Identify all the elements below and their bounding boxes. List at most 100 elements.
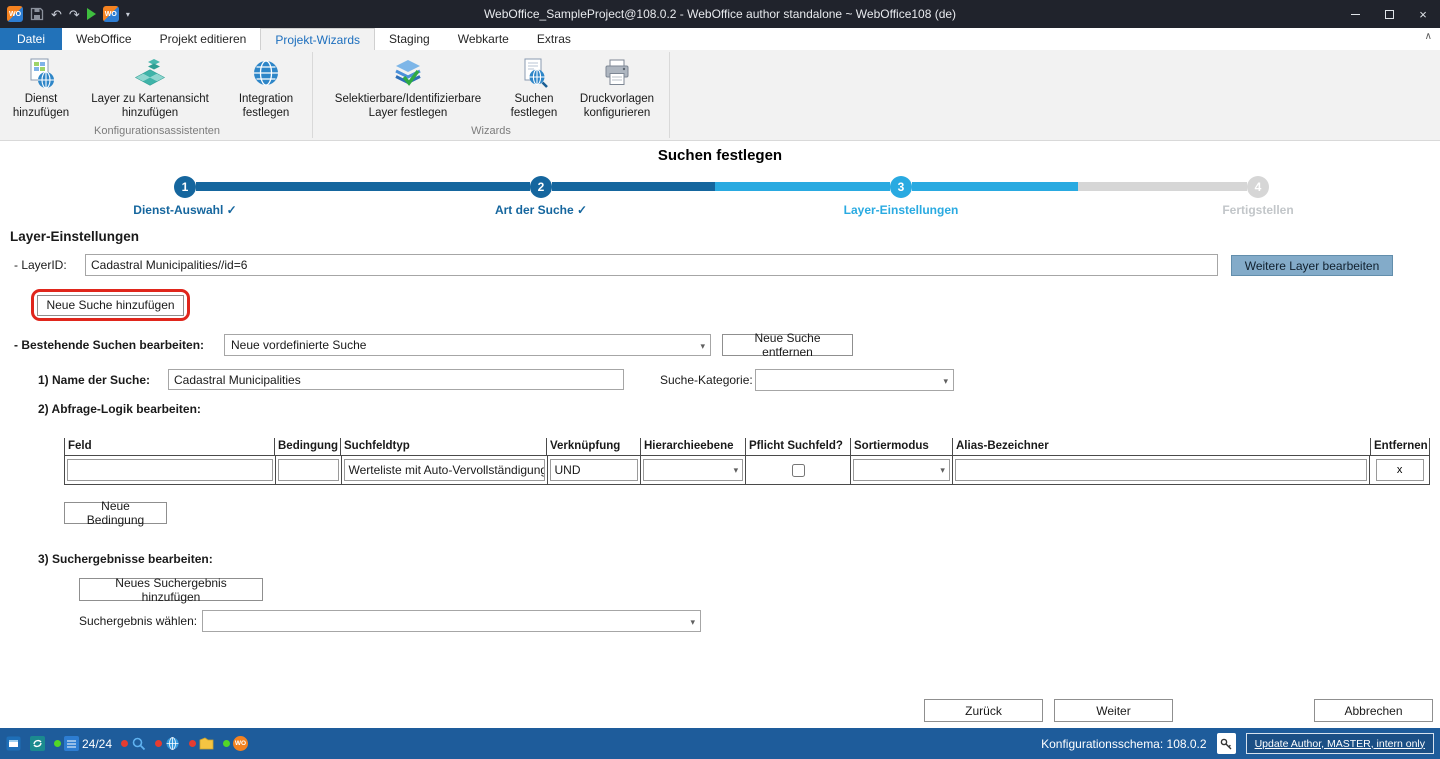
chevron-down-icon: ▾ [690, 617, 695, 628]
tab-staging[interactable]: Staging [375, 28, 444, 50]
integration-icon [250, 56, 282, 90]
minimize-button[interactable] [1338, 0, 1372, 28]
select-result-label: Suchergebnis wählen: [79, 614, 197, 628]
add-search-button[interactable]: Neue Suche hinzufügen [37, 295, 184, 316]
update-author-button[interactable]: Update Author, MASTER, intern only [1246, 733, 1434, 754]
statusbar: 24/24 WO Konfigurationsschema: 108.0.2 [0, 728, 1440, 759]
existing-searches-label: - Bestehende Suchen bearbeiten: [14, 338, 204, 352]
hierarchieebene-select[interactable]: ▾ [643, 459, 743, 481]
bedingung-input[interactable] [278, 459, 339, 481]
save-icon[interactable] [30, 7, 44, 21]
search-status-icon [131, 736, 146, 751]
sync-icon[interactable] [30, 736, 45, 751]
button-selektierbare-layer[interactable]: Selektierbare/Identifizierbare Layer fes… [315, 56, 501, 121]
ribbon-separator [312, 52, 313, 138]
weboffice-project-icon[interactable]: WO [103, 6, 119, 22]
button-integration-festlegen[interactable]: Integration festlegen [222, 56, 310, 121]
header-entfernen: Entfernen [1370, 438, 1430, 455]
layers-status-icon [64, 736, 79, 751]
tab-projekt-wizards[interactable]: Projekt-Wizards [260, 28, 375, 50]
key-icon[interactable] [1217, 733, 1236, 754]
search-name-label: 1) Name der Suche: [38, 373, 150, 387]
verknuepfung-select[interactable]: UND [550, 459, 639, 481]
query-table-header: Feld Bedingung Suchfeldtyp Verknüpfung H… [64, 438, 1430, 456]
layers-status[interactable]: 24/24 [54, 736, 112, 751]
alias-input[interactable] [955, 459, 1367, 481]
ribbon-group-konfigurationsassistenten: Dienst hinzufügen Layer zu Kartenansicht… [4, 50, 310, 140]
section-title: Layer-Einstellungen [10, 229, 139, 244]
header-hierarchieebene: Hierarchieebene [640, 438, 745, 455]
ribbon-group-label: Konfigurationsassistenten [4, 123, 310, 140]
collapse-ribbon-icon[interactable]: ∧ [1425, 31, 1432, 42]
search-category-select[interactable]: ▾ [755, 369, 954, 391]
select-result-select[interactable]: ▾ [202, 610, 701, 632]
ribbon-group-wizards: Selektierbare/Identifizierbare Layer fes… [315, 50, 667, 140]
tab-projekt-editieren[interactable]: Projekt editieren [146, 28, 261, 50]
wizard-content: Suchen festlegen 1 2 3 4 Dienst-Auswahl … [0, 141, 1440, 728]
header-sortiermodus: Sortiermodus [850, 438, 952, 455]
tab-webkarte[interactable]: Webkarte [444, 28, 523, 50]
button-layer-zu-kartenansicht[interactable]: Layer zu Kartenansicht hinzufügen [78, 56, 222, 121]
close-button[interactable]: × [1406, 0, 1440, 28]
tab-weboffice[interactable]: WebOffice [62, 28, 146, 50]
pflicht-suchfeld-checkbox[interactable] [792, 464, 805, 477]
search-category-label: Suche-Kategorie: [660, 373, 753, 387]
folder-status-icon [199, 736, 214, 751]
ribbon: Dienst hinzufügen Layer zu Kartenansicht… [0, 50, 1440, 141]
search-name-input[interactable] [168, 369, 624, 390]
tab-datei[interactable]: Datei [0, 28, 62, 50]
status-led-green [54, 740, 61, 747]
wizard-step-1-circle[interactable]: 1 [174, 176, 196, 198]
wizard-step-2-circle[interactable]: 2 [530, 176, 552, 198]
wizard-step-2-label[interactable]: Art der Suche ✓ [495, 203, 587, 217]
table-row: Werteliste mit Auto-Vervollständigung UN… [64, 456, 1430, 485]
header-feld: Feld [64, 438, 274, 455]
weboffice-app-icon[interactable]: WO [7, 6, 23, 22]
new-condition-button[interactable]: Neue Bedingung [64, 502, 167, 524]
next-button[interactable]: Weiter [1054, 699, 1173, 722]
button-dienst-hinzufuegen[interactable]: Dienst hinzufügen [4, 56, 78, 121]
weboffice-status[interactable]: WO [223, 736, 248, 751]
layer-id-input[interactable] [85, 254, 1218, 276]
window-controls: × [1338, 0, 1440, 28]
suchfeldtyp-select[interactable]: Werteliste mit Auto-Vervollständigung [344, 459, 545, 481]
header-verknuepfung: Verknüpfung [546, 438, 640, 455]
selectable-layers-icon [392, 56, 424, 90]
status-led-red [189, 740, 196, 747]
existing-searches-value: Neue vordefinierte Suche [231, 338, 366, 352]
wizard-step-4-circle: 4 [1247, 176, 1269, 198]
run-project-icon[interactable] [87, 8, 96, 20]
remove-condition-button[interactable]: x [1376, 459, 1424, 481]
undo-icon[interactable]: ↶ [51, 8, 62, 21]
progress-segment-3a [912, 182, 1078, 191]
wizard-step-3-circle[interactable]: 3 [890, 176, 912, 198]
weboffice-status-icon: WO [233, 736, 248, 751]
back-button[interactable]: Zurück [924, 699, 1043, 722]
tab-extras[interactable]: Extras [523, 28, 585, 50]
search-results-label: 3) Suchergebnisse bearbeiten: [38, 552, 213, 566]
remove-search-button[interactable]: Neue Suche entfernen [722, 334, 853, 356]
status-led-red [121, 740, 128, 747]
existing-searches-select[interactable]: Neue vordefinierte Suche ▾ [224, 334, 711, 356]
sortiermodus-select[interactable]: ▾ [853, 459, 950, 481]
chevron-down-icon: ▾ [940, 465, 945, 476]
button-suchen-festlegen[interactable]: Suchen festlegen [501, 56, 567, 121]
button-druckvorlagen[interactable]: Druckvorlagen konfigurieren [567, 56, 667, 121]
wizard-step-1-label[interactable]: Dienst-Auswahl ✓ [133, 203, 236, 217]
wizard-title: Suchen festlegen [0, 147, 1440, 164]
toolbar-dropdown-icon[interactable]: ▾ [126, 10, 130, 19]
cancel-button[interactable]: Abbrechen [1314, 699, 1433, 722]
app-window-icon[interactable] [6, 736, 21, 751]
search-status[interactable] [121, 736, 146, 751]
header-pflicht-suchfeld: Pflicht Suchfeld? [745, 438, 850, 455]
add-search-result-button[interactable]: Neues Suchergebnis hinzufügen [79, 578, 263, 601]
globe-status[interactable] [155, 736, 180, 751]
layer-counter: 24/24 [82, 737, 112, 751]
window-title: WebOffice_SampleProject@108.0.2 - WebOff… [0, 0, 1440, 28]
edit-more-layers-button[interactable]: Weitere Layer bearbeiten [1231, 255, 1393, 276]
redo-icon[interactable]: ↷ [69, 8, 80, 21]
folder-status[interactable] [189, 736, 214, 751]
maximize-button[interactable] [1372, 0, 1406, 28]
feld-input[interactable] [67, 459, 273, 481]
progress-segment-1 [196, 182, 530, 191]
